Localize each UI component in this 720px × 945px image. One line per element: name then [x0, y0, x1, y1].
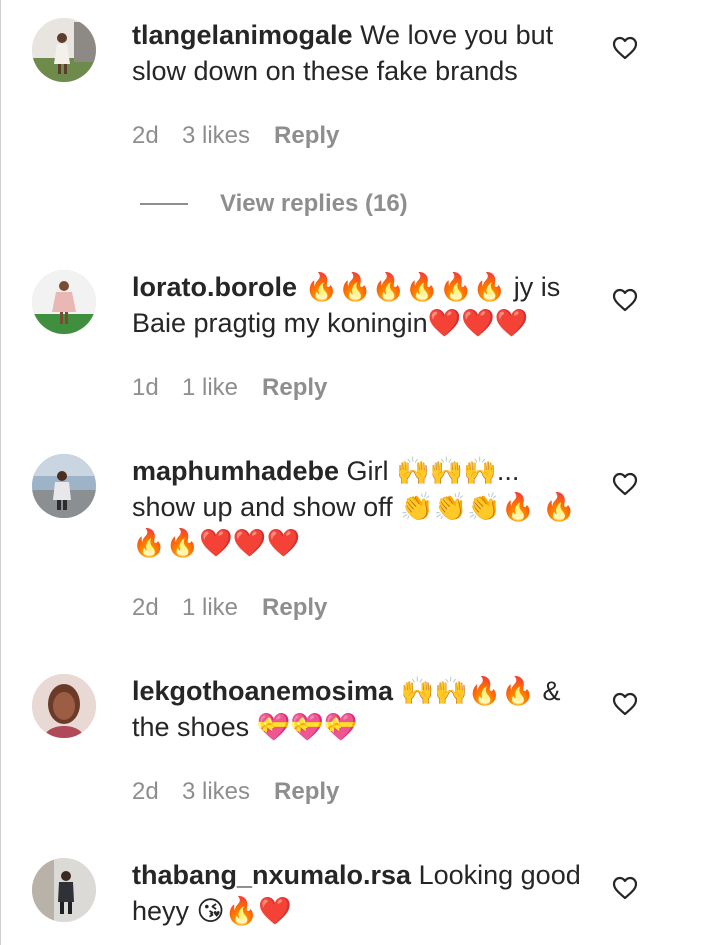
- left-edge-divider: [0, 0, 1, 945]
- view-replies-label: View replies (16): [220, 190, 408, 217]
- comment-time: 1d: [132, 374, 159, 401]
- heart-icon[interactable]: [612, 692, 638, 716]
- comment-text: lorato.borole 🔥🔥🔥🔥🔥🔥 jy is Baie pragtig …: [132, 269, 587, 341]
- comment-meta: 2d 3 likes Reply: [132, 778, 339, 806]
- comment-username[interactable]: lorato.borole: [132, 272, 297, 302]
- heart-icon[interactable]: [612, 288, 638, 312]
- comment-likes[interactable]: 1 like: [182, 594, 238, 622]
- heart-icon[interactable]: [612, 36, 638, 60]
- comment-likes[interactable]: 1 like: [182, 374, 238, 402]
- comment-text: thabang_nxumalo.rsa Looking good heyy 😘🔥…: [132, 857, 587, 929]
- avatar[interactable]: [32, 270, 96, 334]
- avatar[interactable]: [32, 454, 96, 518]
- comment-time: 2d: [132, 778, 159, 805]
- comment-meta: 2d 3 likes Reply: [132, 122, 339, 150]
- comment-username[interactable]: tlangelanimogale: [132, 20, 353, 50]
- comment-username[interactable]: thabang_nxumalo.rsa: [132, 860, 411, 890]
- reply-button[interactable]: Reply: [274, 778, 339, 806]
- comment-meta: 1d 1 like Reply: [132, 374, 327, 402]
- comment-username[interactable]: lekgothoanemosima: [132, 676, 393, 706]
- comment-likes[interactable]: 3 likes: [182, 122, 250, 150]
- comment-meta: 2d 1 like Reply: [132, 594, 327, 622]
- divider-line: [140, 203, 188, 205]
- reply-button[interactable]: Reply: [274, 122, 339, 150]
- comment-username[interactable]: maphumhadebe: [132, 456, 339, 486]
- comment-text: maphumhadebe Girl 🙌🙌🙌... show up and sho…: [132, 453, 587, 561]
- view-replies-button[interactable]: View replies (16): [140, 190, 408, 218]
- avatar[interactable]: [32, 858, 96, 922]
- heart-icon[interactable]: [612, 876, 638, 900]
- reply-button[interactable]: Reply: [262, 374, 327, 402]
- avatar[interactable]: [32, 18, 96, 82]
- avatar[interactable]: [32, 674, 96, 738]
- reply-button[interactable]: Reply: [262, 594, 327, 622]
- comment-time: 2d: [132, 122, 159, 149]
- comment-text: lekgothoanemosima 🙌🙌🔥🔥 & the shoes 💝💝💝: [132, 673, 587, 745]
- heart-icon[interactable]: [612, 472, 638, 496]
- comment-time: 2d: [132, 594, 159, 621]
- comment-text: tlangelanimogale We love you but slow do…: [132, 17, 587, 89]
- comment-likes[interactable]: 3 likes: [182, 778, 250, 806]
